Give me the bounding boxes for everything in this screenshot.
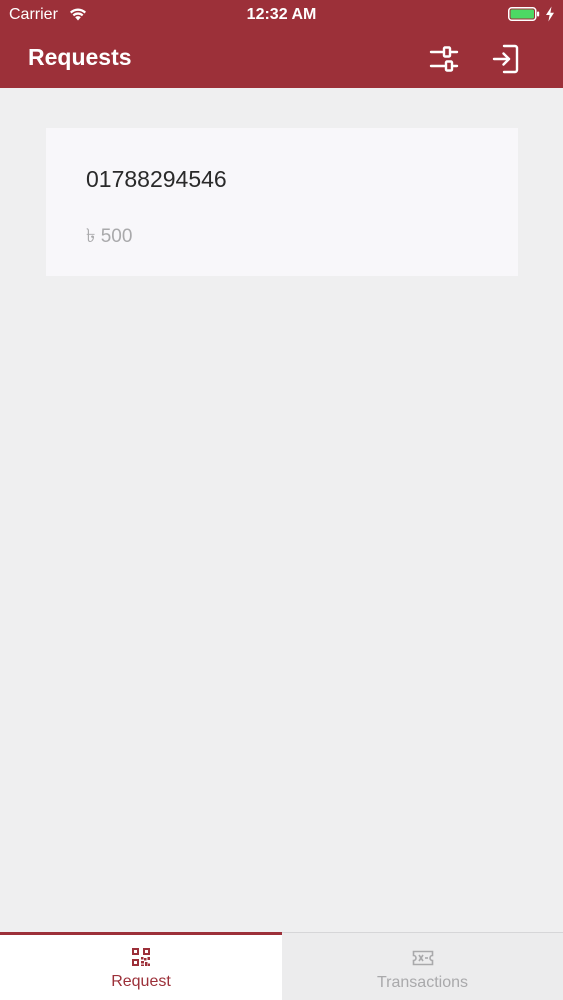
app-screen: Carrier 12:32 AM Requests 01788294546 ৳ … — [0, 0, 563, 1000]
battery-icon — [508, 7, 540, 21]
request-amount: ৳ 500 — [86, 226, 133, 247]
nav-bar: Requests — [0, 30, 563, 88]
header: Carrier 12:32 AM Requests — [0, 0, 563, 88]
tab-request-label: Request — [111, 973, 171, 990]
qr-code-icon — [132, 948, 150, 966]
ticket-icon — [412, 950, 433, 966]
charging-bolt-icon — [546, 6, 554, 22]
filter-sliders-icon — [429, 46, 459, 72]
status-time: 12:32 AM — [246, 6, 317, 23]
page-title: Requests — [28, 44, 132, 70]
tab-transactions[interactable]: Transactions — [282, 933, 563, 1000]
logout-button[interactable] — [487, 40, 525, 78]
tab-transactions-label: Transactions — [377, 974, 468, 991]
status-bar: Carrier 12:32 AM — [0, 0, 563, 30]
request-phone-number: 01788294546 — [86, 166, 227, 192]
filter-button[interactable] — [425, 40, 463, 78]
request-card[interactable]: 01788294546 ৳ 500 — [46, 128, 518, 276]
tab-request[interactable]: Request — [0, 932, 282, 1000]
tab-bar: Request Transactions — [0, 932, 563, 1000]
logout-icon — [492, 44, 519, 74]
